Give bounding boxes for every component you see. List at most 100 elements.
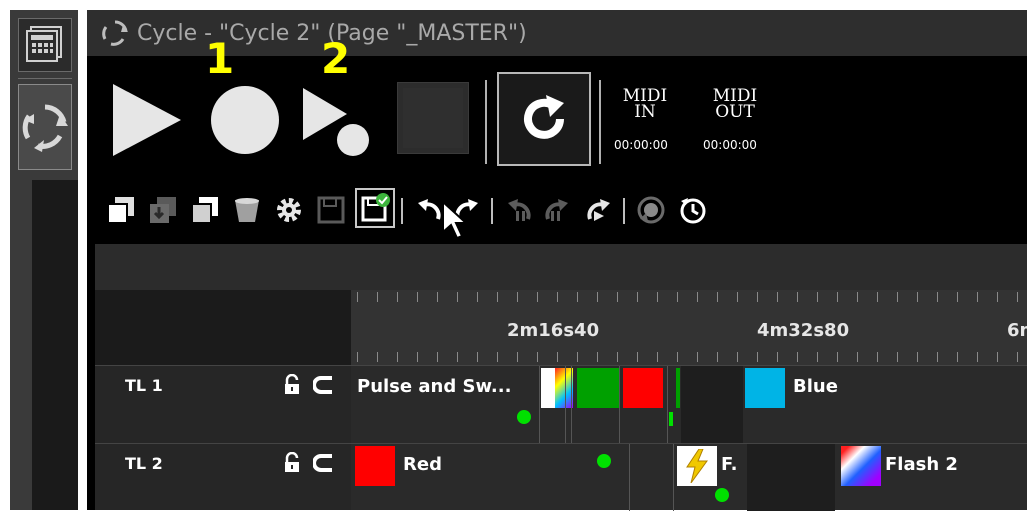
stop-button[interactable] xyxy=(397,82,469,154)
transport-divider xyxy=(485,80,487,164)
clip-label: Flash 2 xyxy=(885,454,958,475)
ruler-tick xyxy=(877,352,878,362)
save-confirm-button[interactable] xyxy=(355,188,395,228)
ruler-tick xyxy=(517,352,518,362)
clip-red-thumbnail[interactable] xyxy=(355,446,395,486)
ruler-tick xyxy=(597,352,598,362)
ruler-tick xyxy=(857,352,858,362)
lock-open-icon[interactable] xyxy=(281,452,303,474)
ruler-tick xyxy=(997,352,998,362)
ruler-tick xyxy=(417,292,418,302)
clip-blue-thumbnail[interactable] xyxy=(745,368,785,408)
active-indicator-dot xyxy=(597,454,611,468)
ruler-tick xyxy=(817,292,818,302)
clip-divider xyxy=(571,366,572,444)
copy-button[interactable] xyxy=(103,192,139,228)
clip-divider xyxy=(619,366,620,444)
ruler-tick xyxy=(757,292,758,302)
ruler-tick xyxy=(837,352,838,362)
ruler-tick xyxy=(1017,292,1018,302)
ruler-tick xyxy=(977,352,978,362)
sync-button[interactable] xyxy=(633,192,669,228)
active-indicator-dot xyxy=(669,412,673,426)
ruler-tick xyxy=(377,352,378,362)
ruler-label: 6m xyxy=(1007,320,1027,341)
ruler-tick xyxy=(357,292,358,302)
active-indicator-dot xyxy=(517,410,531,424)
curve-icon[interactable] xyxy=(313,374,335,396)
save-button[interactable] xyxy=(313,192,349,228)
ruler-tick xyxy=(957,352,958,362)
midi-out-line2: OUT xyxy=(715,102,755,122)
clip-green[interactable] xyxy=(577,368,619,408)
ruler-tick xyxy=(777,352,778,362)
ruler-tick xyxy=(737,352,738,362)
clock-icon xyxy=(680,198,706,224)
step-back-icon xyxy=(508,199,531,221)
play-record-button[interactable] xyxy=(297,80,377,160)
stop-icon xyxy=(403,88,463,148)
timeline-area: 2m16s40 4m32s80 6m TL 1 Pulse and Sw... xyxy=(95,290,1027,511)
ruler-tick xyxy=(977,292,978,302)
ruler-tick xyxy=(797,352,798,362)
track-header-tl1[interactable]: TL 1 xyxy=(95,365,351,443)
ruler-tick xyxy=(517,292,518,302)
ruler-tick xyxy=(617,292,618,302)
clip-empty[interactable] xyxy=(681,366,743,444)
ruler-tick xyxy=(997,292,998,302)
clip-flash-thumbnail[interactable] xyxy=(677,446,717,486)
ruler-label: 2m16s40 xyxy=(507,320,600,341)
sidebar-item-cycle[interactable] xyxy=(18,84,72,170)
jump-forward-button[interactable] xyxy=(581,192,617,228)
lock-open-icon[interactable] xyxy=(281,374,303,396)
ruler-tick xyxy=(657,352,658,362)
clip-red[interactable] xyxy=(623,368,663,408)
timeline-ruler[interactable]: 2m16s40 4m32s80 6m xyxy=(351,290,1027,365)
grid-window-icon xyxy=(26,26,62,62)
transport-bar: MIDI IN 00:00:00 MIDI OUT 00:00:00 xyxy=(87,66,1027,176)
clock-button[interactable] xyxy=(675,192,711,228)
ruler-tick xyxy=(457,352,458,362)
ruler-tick xyxy=(357,352,358,362)
track-header-tl2[interactable]: TL 2 xyxy=(95,443,351,510)
track-lane-tl2[interactable]: Red F. Flash 2 xyxy=(351,443,1027,511)
play-record-icon xyxy=(303,88,369,156)
midi-out-time: 00:00:00 xyxy=(703,138,757,152)
delete-icon xyxy=(235,198,259,222)
ruler-tick xyxy=(757,352,758,362)
curve-icon[interactable] xyxy=(313,452,335,474)
ruler-tick xyxy=(717,292,718,302)
duplicate-button[interactable] xyxy=(187,192,223,228)
sidebar-item-grid-window[interactable] xyxy=(18,18,72,72)
ruler-tick xyxy=(917,292,918,302)
step-back-button[interactable] xyxy=(501,192,537,228)
sync-icon xyxy=(637,196,665,224)
ruler-tick xyxy=(717,352,718,362)
save-confirm-icon xyxy=(361,193,390,222)
ruler-tick xyxy=(397,292,398,302)
transport-divider xyxy=(599,80,601,164)
ruler-tick xyxy=(557,292,558,302)
ruler-tick xyxy=(677,292,678,302)
clip-green[interactable] xyxy=(676,368,680,408)
delete-button[interactable] xyxy=(229,192,265,228)
import-button[interactable] xyxy=(145,192,181,228)
midi-in-line2: IN xyxy=(634,102,656,122)
clip-divider xyxy=(673,444,674,511)
record-button[interactable] xyxy=(205,80,285,160)
cycle-icon xyxy=(22,104,68,152)
clip-thumbnail[interactable] xyxy=(541,368,555,408)
clip-flash-2-thumbnail[interactable] xyxy=(841,446,881,486)
clip-empty[interactable] xyxy=(747,444,835,511)
play-button[interactable] xyxy=(105,80,185,160)
track-lane-tl1[interactable]: Pulse and Sw... Blue xyxy=(351,365,1027,444)
duplicate-icon xyxy=(191,197,218,224)
loop-button[interactable] xyxy=(497,72,591,166)
toolbar-divider xyxy=(491,198,493,224)
ruler-tick xyxy=(697,292,698,302)
settings-button[interactable] xyxy=(271,192,307,228)
step-forward-button[interactable] xyxy=(539,192,575,228)
ruler-tick xyxy=(477,292,478,302)
clip-divider xyxy=(667,366,668,444)
copy-icon xyxy=(107,197,134,224)
